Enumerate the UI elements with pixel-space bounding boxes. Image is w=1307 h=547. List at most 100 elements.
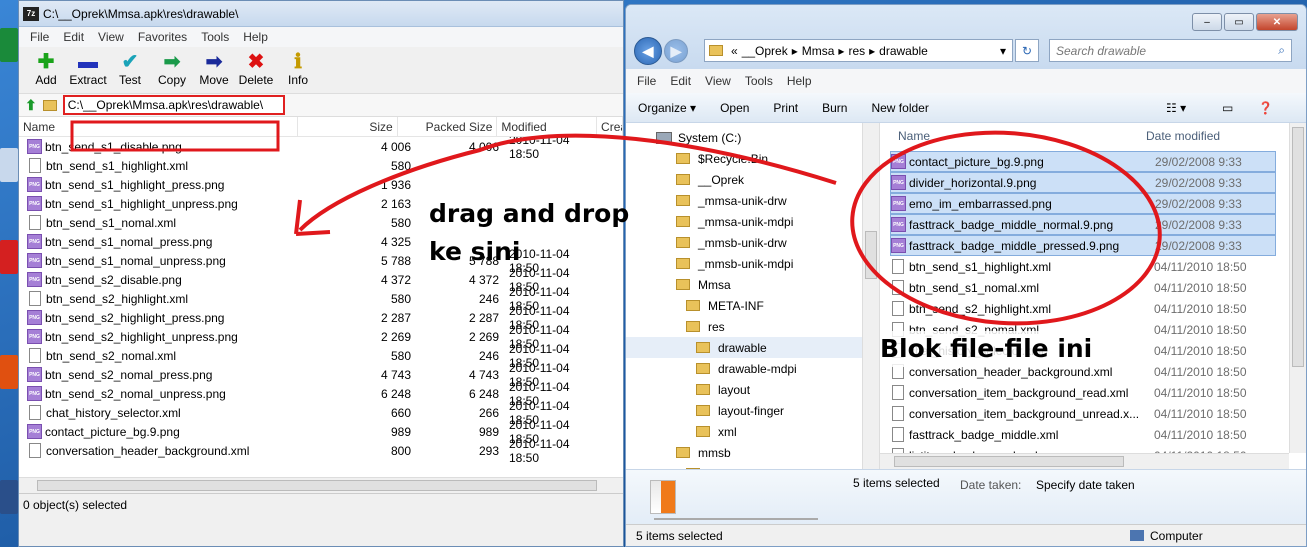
list-item[interactable]: fasttrack_badge_middle.xml 04/11/2010 18:… xyxy=(890,424,1276,445)
command-newfolder[interactable]: New folder xyxy=(871,101,928,115)
scroll-thumb[interactable] xyxy=(894,456,1124,467)
chevron-right-icon[interactable]: ▸ xyxy=(792,44,798,58)
menu-help[interactable]: Help xyxy=(780,74,819,88)
col-created[interactable]: Crea xyxy=(597,117,623,136)
size-cell: 4 006 xyxy=(380,139,411,154)
breadcrumb[interactable]: «__Oprek ▸ Mmsa ▸ res ▸ drawable ▾ xyxy=(704,39,1013,62)
view-options-icon[interactable]: ☷ ▾ xyxy=(1166,101,1186,115)
breadcrumb-item[interactable]: drawable xyxy=(879,44,928,58)
command-print[interactable]: Print xyxy=(773,101,798,115)
command-organize[interactable]: Organize ▾ xyxy=(638,101,696,115)
list-item[interactable]: btn_send_s2_highlight.xml 04/11/2010 18:5… xyxy=(890,298,1276,319)
minimize-button[interactable]: ‒ xyxy=(1192,13,1222,31)
nav-item[interactable]: drawable xyxy=(626,337,879,358)
list-item[interactable]: btn_send_s1_highlight.xml 04/11/2010 18:5… xyxy=(890,256,1276,277)
nav-item[interactable]: System (C:) xyxy=(626,127,879,148)
command-burn[interactable]: Burn xyxy=(822,101,847,115)
title-bar[interactable]: 7z C:\__Oprek\Mmsa.apk\res\drawable\ xyxy=(19,1,623,27)
help-icon[interactable]: ❓ xyxy=(1258,101,1273,115)
nav-item[interactable]: drawable-mdpi xyxy=(626,358,879,379)
nav-item[interactable]: _mmsa-unik-drw xyxy=(626,190,879,211)
desktop-icon[interactable] xyxy=(0,148,18,182)
menu-view[interactable]: View xyxy=(91,30,131,44)
menu-favorites[interactable]: Favorites xyxy=(131,30,194,44)
forward-button[interactable]: ▶ xyxy=(664,39,688,63)
title-bar[interactable]: ‒ ▭ ✕ ◀ ▶ «__Oprek ▸ Mmsa ▸ res ▸ drawable ▾ ↻ … xyxy=(626,5,1306,69)
menu-file[interactable]: File xyxy=(630,74,663,88)
command-open[interactable]: Open xyxy=(720,101,749,115)
menu-help[interactable]: Help xyxy=(236,30,275,44)
nav-item[interactable]: res xyxy=(626,316,879,337)
col-modified[interactable]: Modified xyxy=(497,117,598,136)
list-item[interactable]: PNG divider_horizontal.9.png 29/02/2008 9:… xyxy=(890,172,1276,193)
desktop-icon[interactable] xyxy=(0,355,18,389)
maximize-button[interactable]: ▭ xyxy=(1224,13,1254,31)
add-button[interactable]: ✚ Add xyxy=(25,47,67,87)
scroll-thumb[interactable] xyxy=(37,480,597,491)
menu-tools[interactable]: Tools xyxy=(194,30,236,44)
delete-button[interactable]: ✖ Delete xyxy=(235,47,277,87)
copy-button[interactable]: ➡ Copy xyxy=(151,47,193,87)
menu-view[interactable]: View xyxy=(698,74,738,88)
nav-item[interactable]: mmsb xyxy=(626,442,879,463)
table-row[interactable]: conversation_header_background.xml 800 293… xyxy=(19,437,623,465)
menu-edit[interactable]: Edit xyxy=(663,74,698,88)
list-item[interactable]: conversation_item_background_unread.x...… xyxy=(890,403,1276,424)
move-button[interactable]: ➡ Move xyxy=(193,47,235,87)
col-date-modified[interactable]: Date modified xyxy=(1140,129,1220,143)
info-button[interactable]: ℹ Info xyxy=(277,47,319,87)
list-item[interactable]: btn_send_s1_nomal.xml 04/11/2010 18:50 xyxy=(890,277,1276,298)
table-row[interactable]: PNG btn_send_s1_highlight_press.png 1 936 xyxy=(19,175,623,194)
scroll-thumb[interactable] xyxy=(865,231,877,279)
chevron-right-icon[interactable]: ▸ xyxy=(838,44,844,58)
breadcrumb-item[interactable]: « xyxy=(731,44,738,58)
nav-item[interactable]: layout-finger xyxy=(626,400,879,421)
nav-item[interactable]: META-INF xyxy=(626,295,879,316)
list-item[interactable]: PNG contact_picture_bg.9.png 29/02/2008 9:… xyxy=(890,151,1276,172)
desktop-icon[interactable] xyxy=(0,28,18,62)
nav-item[interactable]: _mmsb-unik-mdpi xyxy=(626,253,879,274)
file-scrollbar[interactable] xyxy=(1289,123,1306,453)
horizontal-scrollbar[interactable] xyxy=(19,477,623,493)
date-taken-value[interactable]: Specify date taken xyxy=(1036,478,1135,492)
breadcrumb-item[interactable]: __Oprek xyxy=(742,44,788,58)
nav-item[interactable]: _mmsb-unik-drw xyxy=(626,232,879,253)
table-row[interactable]: PNG btn_send_s1_disable.png 4 006 4 006 2010… xyxy=(19,137,623,161)
back-button[interactable]: ◀ xyxy=(634,37,662,65)
col-name[interactable]: Name xyxy=(19,117,299,136)
nav-item[interactable]: Mmsa xyxy=(626,274,879,295)
desktop-icon[interactable] xyxy=(0,240,18,274)
nav-item[interactable]: _mmsa-unik-mdpi xyxy=(626,211,879,232)
chevron-down-icon[interactable]: ▾ xyxy=(1000,44,1006,58)
extract-button[interactable]: ▬ Extract xyxy=(67,47,109,87)
search-input[interactable]: Search drawable ⌕ xyxy=(1049,39,1292,62)
col-size[interactable]: Size xyxy=(298,117,398,136)
nav-item[interactable]: $Recycle.Bin xyxy=(626,148,879,169)
list-item[interactable]: PNG emo_im_embarrassed.png 29/02/2008 9:33 xyxy=(890,193,1276,214)
nav-item[interactable]: __Oprek xyxy=(626,169,879,190)
menu-tools[interactable]: Tools xyxy=(738,74,780,88)
desktop-icon[interactable] xyxy=(0,480,18,514)
breadcrumb-item[interactable]: Mmsa xyxy=(802,44,835,58)
refresh-button[interactable]: ↻ xyxy=(1015,39,1039,62)
breadcrumb-item[interactable]: res xyxy=(848,44,865,58)
chevron-right-icon[interactable]: ▸ xyxy=(869,44,875,58)
list-item[interactable]: PNG fasttrack_badge_middle_normal.9.png 29… xyxy=(890,214,1276,235)
nav-item[interactable]: xml xyxy=(626,421,879,442)
nav-scrollbar[interactable] xyxy=(862,123,879,469)
scroll-thumb[interactable] xyxy=(1292,127,1304,367)
details-slider[interactable] xyxy=(654,518,818,520)
list-item[interactable]: PNG fasttrack_badge_middle_pressed.9.png 2… xyxy=(890,235,1276,256)
horizontal-scrollbar[interactable] xyxy=(880,453,1289,469)
col-name[interactable]: Name xyxy=(880,129,1140,143)
nav-item[interactable]: layout xyxy=(626,379,879,400)
list-item[interactable]: conversation_item_background_read.xml 04/… xyxy=(890,382,1276,403)
menu-file[interactable]: File xyxy=(23,30,56,44)
close-button[interactable]: ✕ xyxy=(1256,13,1298,31)
path-field[interactable]: C:\__Oprek\Mmsa.apk\res\drawable\ xyxy=(62,95,285,115)
preview-pane-icon[interactable]: ▭ xyxy=(1222,101,1233,115)
col-packed-size[interactable]: Packed Size xyxy=(398,117,498,136)
test-button[interactable]: ✔ Test xyxy=(109,47,151,87)
menu-edit[interactable]: Edit xyxy=(56,30,91,44)
up-folder-icon[interactable]: ⬆ xyxy=(25,97,37,114)
